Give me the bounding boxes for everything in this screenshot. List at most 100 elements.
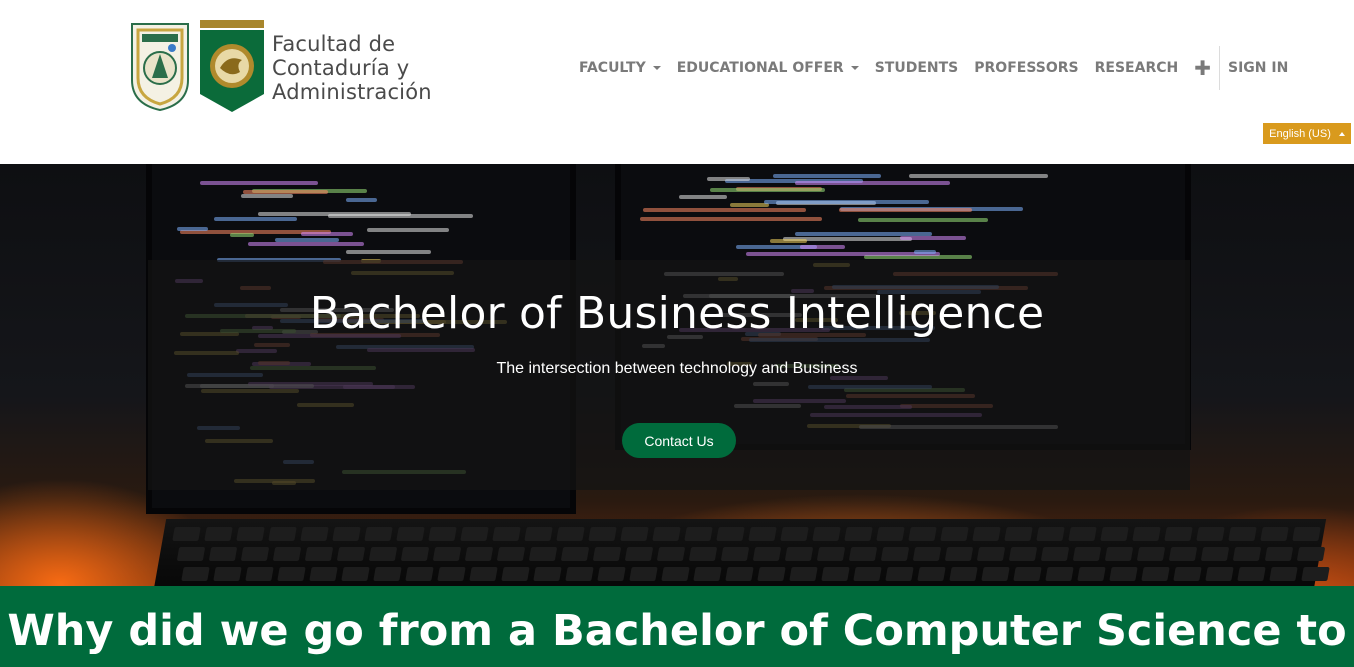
keyboard-key <box>268 527 297 541</box>
keyboard-key <box>277 567 306 581</box>
keyboard-key <box>821 567 850 581</box>
nav-item-research[interactable]: RESEARCH <box>1087 60 1187 76</box>
keyboard-key <box>1228 527 1257 541</box>
code-line <box>640 217 822 221</box>
code-line <box>795 232 932 236</box>
keyboard-key <box>1068 527 1097 541</box>
brand-logo-group[interactable]: Facultad de Contaduría y Administración <box>128 20 432 112</box>
faculty-shield-icon <box>200 20 264 112</box>
keyboard-key <box>245 567 274 581</box>
keyboard <box>153 519 1330 586</box>
keyboard-key <box>332 527 361 541</box>
keyboard-key <box>560 547 590 561</box>
keyboard-key <box>304 547 334 561</box>
keyboard-key <box>496 547 526 561</box>
keyboard-key <box>373 567 402 581</box>
keyboard-key <box>780 527 809 541</box>
caret-down-icon <box>850 66 859 70</box>
keyboard-key <box>940 527 969 541</box>
code-line <box>839 208 972 212</box>
keyboard-key <box>1036 527 1065 541</box>
nav-label: STUDENTS <box>874 60 959 76</box>
keyboard-key <box>176 547 206 561</box>
keyboard-key <box>789 567 818 581</box>
code-line <box>914 250 936 254</box>
code-line <box>177 227 208 231</box>
keyboard-key <box>917 567 946 581</box>
keyboard-key <box>656 547 686 561</box>
keyboard-key <box>1100 527 1129 541</box>
keyboard-key <box>1260 527 1289 541</box>
keyboard-key <box>684 527 713 541</box>
keyboard-key <box>652 527 681 541</box>
nav-item-educational-offer[interactable]: EDUCATIONAL OFFER <box>669 60 867 76</box>
keyboard-key <box>976 547 1006 561</box>
keyboard-key <box>620 527 649 541</box>
keyboard-key <box>720 547 750 561</box>
nav-item-professors[interactable]: PROFESSORS <box>966 60 1086 76</box>
nav-item-students[interactable]: STUDENTS <box>867 60 967 76</box>
keyboard-key <box>629 567 658 581</box>
keyboard-key <box>592 547 622 561</box>
keyboard-key <box>272 547 302 561</box>
keyboard-key <box>1237 567 1266 581</box>
nav-label: PROFESSORS <box>974 60 1079 76</box>
code-line <box>730 203 769 207</box>
keyboard-key <box>908 527 937 541</box>
code-line <box>243 190 328 194</box>
keyboard-key <box>1136 547 1166 561</box>
keyboard-key <box>1008 547 1038 561</box>
plus-icon[interactable]: ✚ <box>1186 56 1219 81</box>
nav-item-faculty[interactable]: FACULTY <box>571 60 669 76</box>
sign-in-link[interactable]: SIGN IN <box>1220 60 1296 76</box>
keyboard-key <box>208 547 238 561</box>
keyboard-key <box>524 527 553 541</box>
code-line <box>795 181 950 185</box>
keyboard-key <box>492 527 521 541</box>
keyboard-key <box>364 527 393 541</box>
keyboard-key <box>944 547 974 561</box>
nav-label: FACULTY <box>579 60 646 76</box>
keyboard-key <box>396 527 425 541</box>
code-line <box>909 174 1048 178</box>
code-line <box>200 181 318 185</box>
caret-down-icon <box>652 66 661 70</box>
keyboard-key <box>460 527 489 541</box>
code-line <box>230 233 254 237</box>
hero-title: Bachelor of Business Intelligence <box>309 288 1045 339</box>
keyboard-key <box>1269 567 1298 581</box>
code-line <box>707 177 750 181</box>
keyboard-key <box>1292 527 1321 541</box>
keyboard-key <box>309 567 338 581</box>
keyboard-key <box>597 567 626 581</box>
nav-label: RESEARCH <box>1094 60 1179 76</box>
keyboard-key <box>624 547 654 561</box>
keyboard-key <box>405 567 434 581</box>
code-line <box>241 194 293 198</box>
nav-label: EDUCATIONAL OFFER <box>676 60 844 76</box>
keyboard-key <box>853 567 882 581</box>
code-line <box>643 208 806 212</box>
keyboard-key <box>469 567 498 581</box>
keyboard-key <box>716 527 745 541</box>
keyboard-key <box>880 547 910 561</box>
caret-up-icon <box>1338 131 1345 136</box>
contact-us-button[interactable]: Contact Us <box>622 423 736 458</box>
code-line <box>746 252 940 256</box>
keyboard-key <box>1104 547 1134 561</box>
faculty-name-line1: Facultad de <box>272 32 396 56</box>
keyboard-key <box>181 567 210 581</box>
code-line <box>900 236 966 240</box>
code-line <box>770 239 807 243</box>
language-selector[interactable]: English (US) <box>1263 123 1351 144</box>
keyboard-key <box>501 567 530 581</box>
keyboard-key <box>752 547 782 561</box>
main-nav: FACULTY EDUCATIONAL OFFER STUDENTS PROFE… <box>571 46 1296 90</box>
code-line <box>275 238 339 242</box>
keyboard-key <box>1168 547 1198 561</box>
keyboard-key <box>972 527 1001 541</box>
code-line <box>301 232 353 236</box>
keyboard-key <box>213 567 242 581</box>
code-line <box>858 218 988 222</box>
hero-banner: Bachelor of Business Intelligence The in… <box>0 164 1354 586</box>
